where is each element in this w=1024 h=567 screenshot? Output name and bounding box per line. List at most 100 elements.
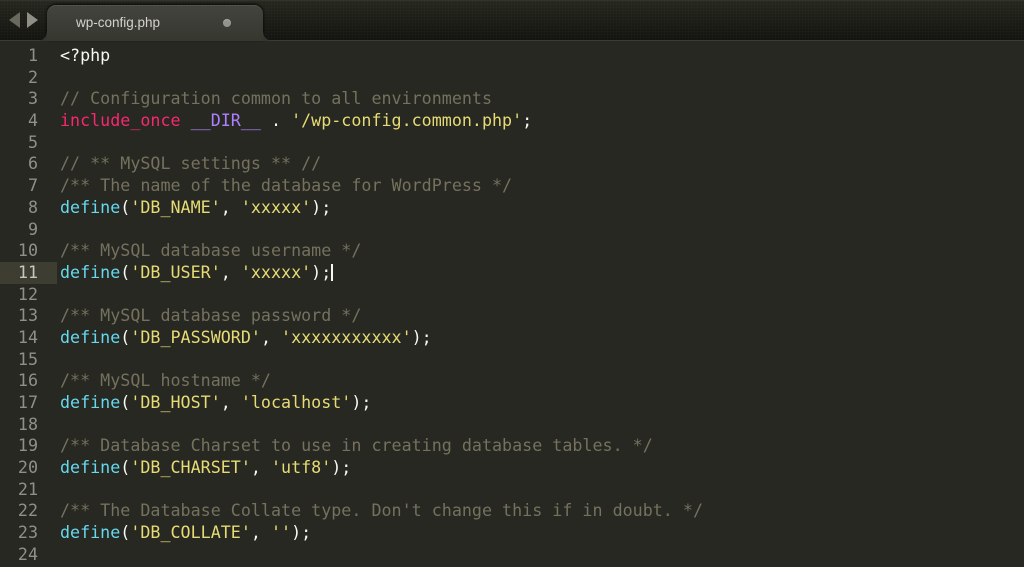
line-number[interactable]: 7	[0, 175, 57, 197]
token-pl: ,	[261, 327, 281, 347]
code-text: /** The name of the database for WordPre…	[57, 175, 1024, 197]
line-number[interactable]: 23	[0, 522, 57, 544]
code-text: define('DB_USER', 'xxxxx');	[57, 262, 1024, 284]
line-number[interactable]: 1	[0, 45, 57, 67]
line-number[interactable]: 3	[0, 88, 57, 110]
code-text: // Configuration common to all environme…	[57, 88, 1024, 110]
token-pl: ,	[221, 392, 241, 412]
line-number[interactable]: 16	[0, 370, 57, 392]
code-text: // ** MySQL settings ** //	[57, 153, 1024, 175]
token-cm: /** MySQL hostname */	[60, 370, 271, 390]
code-text	[57, 414, 1024, 436]
token-cm: /** The Database Collate type. Don't cha…	[60, 500, 703, 520]
token-pl: (	[120, 197, 130, 217]
code-text	[57, 349, 1024, 371]
token-pl: );	[412, 327, 432, 347]
token-cm: /** Database Charset to use in creating …	[60, 435, 653, 455]
line-number[interactable]: 5	[0, 132, 57, 154]
token-cm: /** The name of the database for WordPre…	[60, 175, 512, 195]
code-line[interactable]: 4include_once __DIR__ . '/wp-config.comm…	[0, 110, 1024, 132]
token-st: ''	[271, 522, 291, 542]
tab-bar: wp-config.php	[0, 0, 1024, 41]
code-line[interactable]: 11define('DB_USER', 'xxxxx');	[0, 262, 1024, 284]
code-editor[interactable]: 1<?php23// Configuration common to all e…	[0, 41, 1024, 567]
text-cursor	[331, 264, 333, 281]
code-line[interactable]: 23define('DB_COLLATE', '');	[0, 522, 1024, 544]
line-number[interactable]: 17	[0, 392, 57, 414]
token-pl: ,	[221, 197, 241, 217]
token-pl: .	[261, 110, 291, 130]
token-pl: (	[120, 262, 130, 282]
code-line[interactable]: 20define('DB_CHARSET', 'utf8');	[0, 457, 1024, 479]
code-text: define('DB_CHARSET', 'utf8');	[57, 457, 1024, 479]
code-line[interactable]: 1<?php	[0, 45, 1024, 67]
code-line[interactable]: 17define('DB_HOST', 'localhost');	[0, 392, 1024, 414]
line-number[interactable]: 9	[0, 219, 57, 241]
code-text	[57, 284, 1024, 306]
tab-wp-config[interactable]: wp-config.php	[47, 5, 263, 41]
code-line[interactable]: 12	[0, 284, 1024, 306]
token-ct: __DIR__	[191, 110, 261, 130]
token-pl: ;	[522, 110, 532, 130]
line-number[interactable]: 19	[0, 435, 57, 457]
line-number[interactable]: 21	[0, 479, 57, 501]
code-line[interactable]: 21	[0, 479, 1024, 501]
code-text: /** Database Charset to use in creating …	[57, 435, 1024, 457]
line-number[interactable]: 2	[0, 67, 57, 89]
modified-dot-icon[interactable]	[223, 19, 231, 27]
code-line[interactable]: 6// ** MySQL settings ** //	[0, 153, 1024, 175]
token-pl	[181, 110, 191, 130]
code-line[interactable]: 3// Configuration common to all environm…	[0, 88, 1024, 110]
line-number[interactable]: 13	[0, 305, 57, 327]
line-number[interactable]: 20	[0, 457, 57, 479]
code-line[interactable]: 13/** MySQL database password */	[0, 305, 1024, 327]
code-line[interactable]: 22/** The Database Collate type. Don't c…	[0, 500, 1024, 522]
next-tab-icon[interactable]	[27, 12, 38, 28]
code-line[interactable]: 8define('DB_NAME', 'xxxxx');	[0, 197, 1024, 219]
token-st: 'xxxxx'	[241, 197, 311, 217]
line-number[interactable]: 22	[0, 500, 57, 522]
line-number[interactable]: 18	[0, 414, 57, 436]
code-line[interactable]: 24	[0, 544, 1024, 566]
token-fn: define	[60, 262, 120, 282]
code-line[interactable]: 19/** Database Charset to use in creatin…	[0, 435, 1024, 457]
token-st: 'DB_HOST'	[130, 392, 220, 412]
code-line[interactable]: 18	[0, 414, 1024, 436]
code-line[interactable]: 15	[0, 349, 1024, 371]
token-pl: ,	[221, 262, 241, 282]
token-pl: );	[331, 457, 351, 477]
line-number[interactable]: 6	[0, 153, 57, 175]
code-text: /** MySQL database password */	[57, 305, 1024, 327]
line-number[interactable]: 15	[0, 349, 57, 371]
token-fn: define	[60, 197, 120, 217]
line-number[interactable]: 4	[0, 110, 57, 132]
code-line[interactable]: 2	[0, 67, 1024, 89]
line-number[interactable]: 12	[0, 284, 57, 306]
token-st: 'DB_CHARSET'	[130, 457, 251, 477]
token-pl: );	[351, 392, 371, 412]
code-line[interactable]: 14define('DB_PASSWORD', 'xxxxxxxxxxx');	[0, 327, 1024, 349]
code-text: /** The Database Collate type. Don't cha…	[57, 500, 1024, 522]
code-line[interactable]: 7/** The name of the database for WordPr…	[0, 175, 1024, 197]
code-line[interactable]: 9	[0, 219, 1024, 241]
code-text	[57, 132, 1024, 154]
token-st: 'xxxxx'	[241, 262, 311, 282]
token-cm: /** MySQL database username */	[60, 240, 361, 260]
line-number[interactable]: 14	[0, 327, 57, 349]
previous-tab-icon[interactable]	[9, 12, 20, 28]
line-number[interactable]: 10	[0, 240, 57, 262]
token-pl: ,	[251, 522, 271, 542]
token-st: 'localhost'	[241, 392, 352, 412]
code-line[interactable]: 10/** MySQL database username */	[0, 240, 1024, 262]
token-pl: (	[120, 522, 130, 542]
token-st: 'DB_NAME'	[130, 197, 220, 217]
line-number[interactable]: 11	[0, 262, 57, 284]
token-st: 'DB_PASSWORD'	[130, 327, 261, 347]
code-line[interactable]: 16/** MySQL hostname */	[0, 370, 1024, 392]
line-number[interactable]: 8	[0, 197, 57, 219]
token-kw: include_once	[60, 110, 181, 130]
token-st: 'DB_USER'	[130, 262, 220, 282]
token-pl: (	[120, 457, 130, 477]
code-line[interactable]: 5	[0, 132, 1024, 154]
line-number[interactable]: 24	[0, 544, 57, 566]
